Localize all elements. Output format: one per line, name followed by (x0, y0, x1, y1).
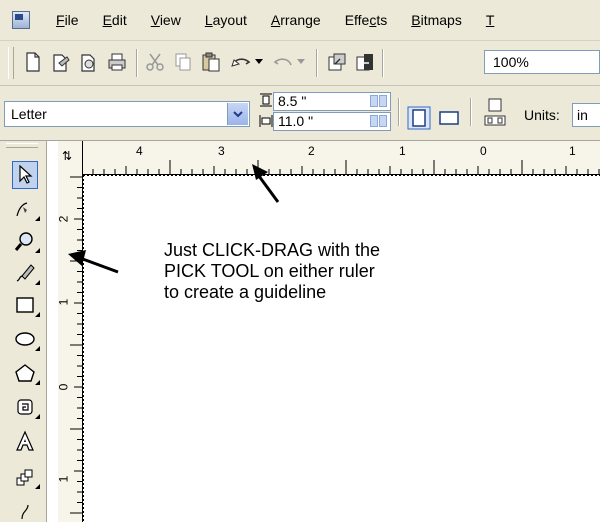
ruler-label: 0 (56, 383, 71, 391)
ruler-origin-corner[interactable]: ⇅ (58, 141, 82, 174)
paper-size-dropdown[interactable]: Letter (4, 101, 250, 127)
interactive-blend-tool-icon[interactable] (12, 463, 40, 491)
toolbar-grip[interactable] (8, 47, 14, 79)
toolbar-separator (382, 49, 384, 77)
page-height-value: 11.0 " (278, 113, 314, 129)
copy-icon[interactable] (170, 49, 196, 75)
save-icon[interactable] (76, 49, 102, 75)
toolbar-separator (136, 49, 138, 77)
ruler-label: 4 (136, 144, 143, 158)
page-height-field[interactable]: 11.0 " (273, 112, 391, 131)
menu-text[interactable]: T (474, 0, 507, 40)
new-document-icon[interactable] (20, 49, 46, 75)
units-dropdown[interactable]: in (572, 103, 600, 127)
chevron-down-icon[interactable] (227, 103, 248, 125)
toolbar-separator (470, 98, 472, 126)
toolbar-separator (316, 49, 318, 77)
menu-arrange[interactable]: Arrange (259, 0, 333, 40)
ruler-label: 1 (56, 475, 71, 483)
callout-arrow-left (68, 250, 119, 274)
menu-effects[interactable]: Effects (333, 0, 400, 40)
menu-view[interactable]: View (139, 0, 193, 40)
import-icon[interactable] (324, 49, 350, 75)
ruler-origin-icon: ⇅ (62, 149, 73, 163)
paper-size-value: Letter (11, 106, 47, 122)
polygon-tool-icon[interactable] (12, 359, 40, 387)
page-width-value: 8.5 " (278, 93, 307, 109)
ruler-label: 1 (56, 298, 71, 306)
zoom-level-field[interactable]: 100% (484, 50, 600, 74)
portrait-button[interactable] (404, 104, 434, 132)
rectangle-tool-icon[interactable] (12, 291, 40, 319)
zoom-tool-icon[interactable] (12, 227, 40, 255)
ruler-label: 3 (218, 144, 225, 158)
ruler-label: 1 (399, 144, 406, 158)
shape-tool-icon[interactable] (12, 195, 40, 223)
spiral-tool-icon[interactable] (12, 393, 40, 421)
app-document-icon[interactable] (12, 11, 30, 29)
ruler-label: 0 (480, 144, 487, 158)
instruction-text: Just CLICK-DRAG with the PICK TOOL on ei… (164, 240, 464, 303)
ruler-label: 2 (308, 144, 315, 158)
toolbar-separator (398, 98, 400, 126)
menu-bitmaps[interactable]: Bitmaps (399, 0, 474, 40)
instruction-line: to create a guideline (164, 282, 327, 302)
toolbox (0, 141, 47, 522)
ellipse-tool-icon[interactable] (12, 325, 40, 353)
instruction-line: PICK TOOL on either ruler (164, 261, 375, 281)
landscape-button[interactable] (434, 104, 464, 132)
print-icon[interactable] (104, 49, 130, 75)
ruler-label: 2 (56, 215, 71, 223)
units-label: Units: (524, 107, 560, 123)
height-spinner[interactable] (370, 115, 388, 128)
page-width-icon (258, 92, 274, 108)
cut-icon[interactable] (142, 49, 168, 75)
corel-draw-window: File Edit View Layout Arrange Effects Bi… (0, 0, 600, 522)
width-spinner[interactable] (370, 95, 388, 108)
vertical-ruler[interactable]: 2 1 0 1 (56, 141, 83, 522)
instruction-line: Just CLICK-DRAG with the (164, 240, 381, 260)
horizontal-ruler[interactable]: 4 3 2 1 0 1 (58, 141, 600, 175)
redo-icon[interactable] (270, 49, 296, 75)
units-value: in (577, 107, 588, 123)
more-tools-icon[interactable] (12, 497, 38, 522)
paste-icon[interactable] (198, 49, 224, 75)
open-icon[interactable] (48, 49, 74, 75)
standard-toolbar: 100% (0, 41, 600, 86)
menu-layout[interactable]: Layout (193, 0, 259, 40)
property-bar: Letter 8.5 " 11.0 " Units: in (0, 86, 600, 141)
text-tool-icon[interactable] (12, 427, 38, 455)
menu-edit[interactable]: Edit (91, 0, 139, 40)
export-icon[interactable] (352, 49, 378, 75)
redo-dropdown-icon[interactable] (294, 49, 308, 75)
page-border (83, 175, 600, 522)
page-width-field[interactable]: 8.5 " (273, 92, 391, 111)
undo-dropdown-icon[interactable] (252, 49, 266, 75)
callout-arrow-up (252, 164, 280, 203)
ruler-label: 1 (569, 144, 576, 158)
undo-icon[interactable] (228, 49, 254, 75)
menu-file[interactable]: File (44, 0, 91, 40)
freehand-tool-icon[interactable] (12, 259, 40, 287)
menu-bar: File Edit View Layout Arrange Effects Bi… (0, 0, 600, 41)
vertical-ruler-ticks (70, 176, 82, 514)
page-height-icon (258, 113, 274, 129)
pick-tool-icon[interactable] (12, 161, 38, 189)
toolbox-grip[interactable] (6, 143, 38, 148)
page-layout-button[interactable] (480, 94, 510, 132)
